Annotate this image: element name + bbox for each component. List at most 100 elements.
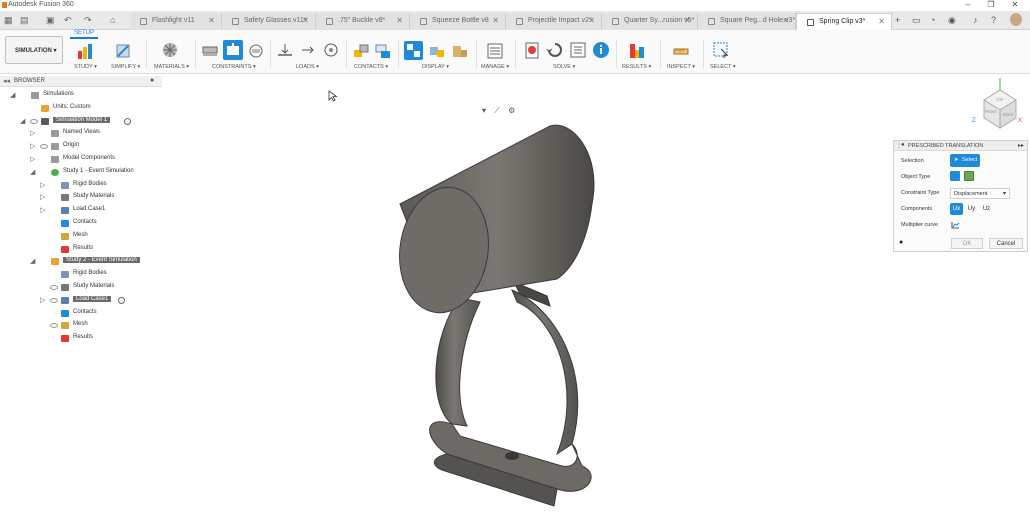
- tab-setup[interactable]: SETUP: [74, 30, 94, 36]
- tab-spring-clip[interactable]: Spring Clip v3* ✕: [796, 13, 892, 30]
- fixed-constraint-icon[interactable]: [202, 43, 218, 59]
- object-type-body-icon[interactable]: [964, 171, 974, 181]
- expand-toggle-icon[interactable]: ▷: [30, 155, 35, 163]
- close-tab-icon[interactable]: ✕: [396, 16, 403, 25]
- select-button[interactable]: ➤ Select: [950, 154, 980, 167]
- browser-node[interactable]: ◢ Study 1 - Event Simulation: [0, 167, 160, 178]
- prescribed-translation-button[interactable]: [223, 40, 243, 60]
- chat-icon[interactable]: ▭: [912, 15, 921, 26]
- tab-square-peg[interactable]: Square Peg...d Hole v3* ✕: [698, 13, 796, 30]
- pin-browser-icon[interactable]: ●: [150, 77, 154, 84]
- user-avatar[interactable]: [1010, 13, 1022, 26]
- constraint-type-dropdown[interactable]: Displacement ▾: [950, 188, 1010, 199]
- view-dropdown-icon[interactable]: ▾: [482, 106, 486, 115]
- close-tab-icon[interactable]: ✕: [208, 16, 215, 25]
- close-tab-icon[interactable]: ✕: [302, 16, 309, 25]
- browser-node[interactable]: ▷ Load Case1: [0, 205, 160, 216]
- expand-toggle-icon[interactable]: ▷: [40, 193, 45, 201]
- manage-icon[interactable]: [486, 42, 504, 60]
- expand-toggle-icon[interactable]: ▷: [40, 181, 45, 189]
- force-load-icon[interactable]: [277, 42, 293, 58]
- uz-toggle[interactable]: Uz: [980, 203, 993, 215]
- save-icon[interactable]: ▣: [46, 15, 55, 26]
- tab-quarter-symmetry[interactable]: Quarter Sy...rusion v5* ✕: [602, 13, 698, 30]
- close-tab-icon[interactable]: ✕: [588, 16, 595, 25]
- solve-details-icon[interactable]: [569, 41, 587, 59]
- info-icon[interactable]: [592, 41, 610, 59]
- visibility-eye-icon[interactable]: [50, 285, 58, 290]
- materials-menu[interactable]: MATERIALS ▾: [154, 64, 189, 70]
- restore-button[interactable]: ❐: [981, 0, 1001, 9]
- collapse-browser-icon[interactable]: ◂◂: [3, 77, 10, 85]
- browser-node[interactable]: Mesh: [0, 320, 160, 331]
- visibility-eye-icon[interactable]: [40, 144, 48, 150]
- browser-node[interactable]: Results: [0, 333, 160, 344]
- activate-radio-icon[interactable]: [118, 296, 125, 304]
- expand-toggle-icon[interactable]: ▷: [40, 296, 45, 304]
- file-menu-icon[interactable]: ▤: [20, 15, 29, 26]
- rotation-load-icon[interactable]: [323, 42, 339, 58]
- close-tab-icon[interactable]: ✕: [492, 16, 499, 25]
- expand-toggle-icon[interactable]: ◢: [10, 91, 15, 99]
- browser-node[interactable]: Mesh: [0, 231, 160, 242]
- view-cube[interactable]: FRONT RIGHT TOP Y Z X: [970, 78, 1025, 133]
- close-tab-icon[interactable]: ✕: [878, 17, 885, 26]
- tab-squeeze-bottle[interactable]: Squeeze Bottle v8 ✕: [410, 13, 506, 30]
- constraints-menu[interactable]: CONSTRAINTS ▾: [212, 64, 256, 70]
- measure-icon[interactable]: [672, 42, 690, 60]
- visibility-eye-icon[interactable]: [50, 297, 58, 303]
- manual-contacts-icon[interactable]: [374, 42, 392, 60]
- browser-node[interactable]: ◢ Study 2 - Event Simulation: [0, 256, 160, 267]
- close-tab-icon[interactable]: ✕: [684, 16, 691, 25]
- display-menu[interactable]: DISPLAY ▾: [422, 64, 449, 70]
- contacts-menu[interactable]: CONTACTS ▾: [354, 64, 388, 70]
- select-menu[interactable]: SELECT ▾: [710, 64, 736, 70]
- pre-check-icon[interactable]: [523, 41, 541, 59]
- settings-gear-icon[interactable]: ⚙: [508, 106, 515, 115]
- ok-button[interactable]: OK: [951, 238, 983, 249]
- browser-node[interactable]: ▷ Load Case1: [0, 295, 160, 306]
- expand-toggle-icon[interactable]: ◢: [30, 257, 35, 265]
- inspect-menu[interactable]: INSPECT ▾: [667, 64, 695, 70]
- loads-menu[interactable]: LOADS ▾: [296, 64, 319, 70]
- job-status-icon[interactable]: ◉: [948, 15, 956, 26]
- grid-menu-icon[interactable]: ▦: [4, 15, 13, 26]
- undo-icon[interactable]: ↶: [64, 15, 72, 26]
- results-icon[interactable]: [628, 41, 646, 59]
- browser-node[interactable]: ◢ Simulation Model 1: [0, 116, 160, 127]
- new-tab-icon[interactable]: +: [895, 15, 900, 25]
- expand-dialog-icon[interactable]: ▸▸: [1018, 142, 1024, 149]
- results-menu[interactable]: RESULTS ▾: [622, 64, 651, 70]
- close-window-button[interactable]: ✕: [1005, 0, 1025, 9]
- minimize-button[interactable]: –: [958, 0, 978, 9]
- activate-radio-icon[interactable]: [124, 117, 132, 125]
- materials-icon[interactable]: [161, 41, 179, 59]
- extensions-icon[interactable]: ◔: [930, 15, 935, 25]
- redo-icon[interactable]: ↷: [84, 15, 92, 26]
- ux-toggle[interactable]: Ux: [950, 203, 963, 215]
- browser-node[interactable]: Units: Custom: [0, 103, 160, 114]
- browser-node[interactable]: ◢ Simulations: [0, 90, 160, 101]
- expand-toggle-icon[interactable]: ◢: [20, 117, 25, 125]
- help-icon[interactable]: ?: [991, 15, 996, 25]
- solve-icon[interactable]: [546, 41, 564, 59]
- study-icon[interactable]: [76, 42, 94, 60]
- visibility-eye-icon[interactable]: [50, 323, 58, 329]
- browser-node[interactable]: Results: [0, 244, 160, 255]
- expand-toggle-icon[interactable]: ◢: [30, 168, 35, 176]
- browser-node[interactable]: ▷ Model Components: [0, 154, 160, 165]
- browser-node[interactable]: ▷ Rigid Bodies: [0, 180, 160, 191]
- expand-toggle-icon[interactable]: ▷: [30, 129, 35, 137]
- browser-node[interactable]: Study Materials: [0, 282, 160, 293]
- object-type-face-icon[interactable]: [950, 171, 960, 181]
- notifications-icon[interactable]: ♪: [973, 15, 978, 25]
- select-icon[interactable]: [712, 41, 730, 59]
- expand-toggle-icon[interactable]: ▷: [30, 142, 35, 150]
- browser-node[interactable]: ▷ Study Materials: [0, 192, 160, 203]
- display-bodies-icon[interactable]: [428, 42, 446, 60]
- study-menu[interactable]: STUDY ▾: [74, 64, 97, 70]
- close-tab-icon[interactable]: ✕: [782, 16, 789, 25]
- visibility-eye-icon[interactable]: [30, 118, 38, 124]
- browser-node[interactable]: ▷ Named Views: [0, 128, 160, 139]
- browser-node[interactable]: Contacts: [0, 308, 160, 319]
